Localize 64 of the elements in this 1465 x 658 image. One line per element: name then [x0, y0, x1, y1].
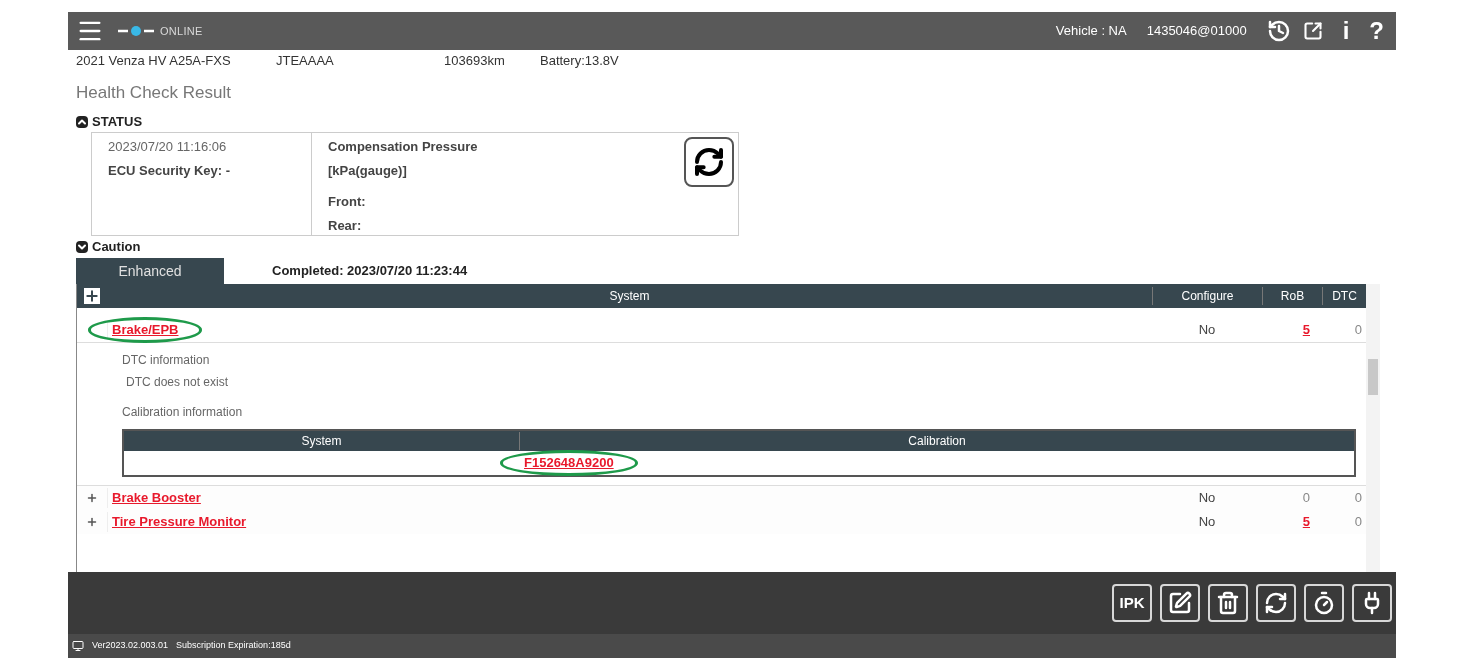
plug-button[interactable]	[1352, 584, 1392, 622]
system-link[interactable]: Brake Booster	[112, 490, 201, 506]
column-header: System	[300, 433, 343, 450]
calibration-link[interactable]: F152648A9200	[524, 455, 614, 471]
table-cell-text: 5	[1301, 513, 1311, 532]
help-button[interactable]: ?	[1369, 13, 1388, 49]
completed-text: Completed: 2023/07/20 11:23:44	[272, 261, 468, 280]
table-cell-text: No	[1197, 321, 1217, 340]
odometer-text: 103693km	[444, 52, 506, 71]
section-heading: Caution	[92, 238, 141, 257]
refresh-icon	[1264, 591, 1288, 615]
column-header: Configure	[1152, 287, 1262, 305]
connection-icon	[116, 25, 156, 37]
trash-icon	[1216, 591, 1240, 615]
refresh-button[interactable]	[684, 137, 734, 187]
page-title: Health Check Result	[76, 83, 231, 102]
stopwatch-button[interactable]	[1304, 584, 1344, 622]
detail-text: DTC does not exist	[125, 374, 230, 391]
expand-all-icon[interactable]	[84, 288, 100, 304]
info-button[interactable]: i	[1334, 13, 1358, 49]
table-cell-text: No	[1197, 489, 1217, 508]
expand-row-icon[interactable]	[86, 516, 98, 528]
refresh-icon	[693, 146, 725, 178]
table-cell-text: No	[1197, 513, 1217, 532]
expand-icon[interactable]	[76, 241, 88, 253]
table-cell-text: 0	[1353, 321, 1363, 340]
external-link-icon[interactable]	[1302, 21, 1323, 41]
vehicle-model: 2021 Venza HV A25A-FXS	[76, 52, 232, 71]
detail-heading: DTC information	[122, 352, 211, 369]
column-header: System	[608, 288, 651, 305]
security-key-text: ECU Security Key: -	[108, 161, 232, 180]
edit-button[interactable]	[1160, 584, 1200, 622]
column-header: RoB	[1262, 287, 1322, 305]
battery-text: Battery:13.8V	[540, 52, 619, 71]
tab[interactable]: Enhanced	[76, 258, 224, 284]
version-text: Ver2023.02.003.01	[92, 639, 169, 653]
collapse-icon[interactable]	[76, 116, 88, 128]
front-label: Front:	[328, 193, 367, 211]
table-cell-text: 0	[1353, 513, 1363, 532]
system-link[interactable]: Tire Pressure Monitor	[112, 514, 247, 530]
system-link[interactable]: Brake/EPB	[112, 322, 179, 338]
detail-heading: Calibration information	[122, 404, 244, 421]
user-id: 1435046@01000	[1146, 22, 1247, 41]
connection-status: ONLINE	[160, 23, 203, 39]
scrollbar[interactable]	[1366, 284, 1380, 572]
column-header: Calibration	[519, 432, 1354, 450]
section-heading: STATUS	[92, 113, 143, 132]
status-timestamp: 2023/07/20 11:16:06	[108, 138, 228, 156]
table-cell-text: 5	[1301, 321, 1311, 340]
history-icon[interactable]	[1266, 19, 1291, 43]
table-cell-text: 0	[1301, 489, 1311, 508]
table-cell-text: 0	[1353, 489, 1363, 508]
rear-label: Rear:	[328, 216, 363, 235]
edit-icon	[1168, 591, 1192, 615]
monitor-icon	[72, 640, 84, 652]
vehicle-label: Vehicle : NA	[1055, 22, 1127, 41]
pressure-title: Compensation Pressure	[328, 138, 479, 156]
vin-text: JTEAAAA	[276, 52, 335, 71]
expand-row-icon[interactable]	[86, 492, 98, 504]
subscription-text: Subscription Expiration:185d	[176, 639, 291, 653]
ipk-button[interactable]: IPK	[1112, 584, 1152, 622]
trash-button[interactable]	[1208, 584, 1248, 622]
pressure-unit: [kPa(gauge)]	[328, 161, 408, 180]
stopwatch-icon	[1312, 591, 1336, 615]
